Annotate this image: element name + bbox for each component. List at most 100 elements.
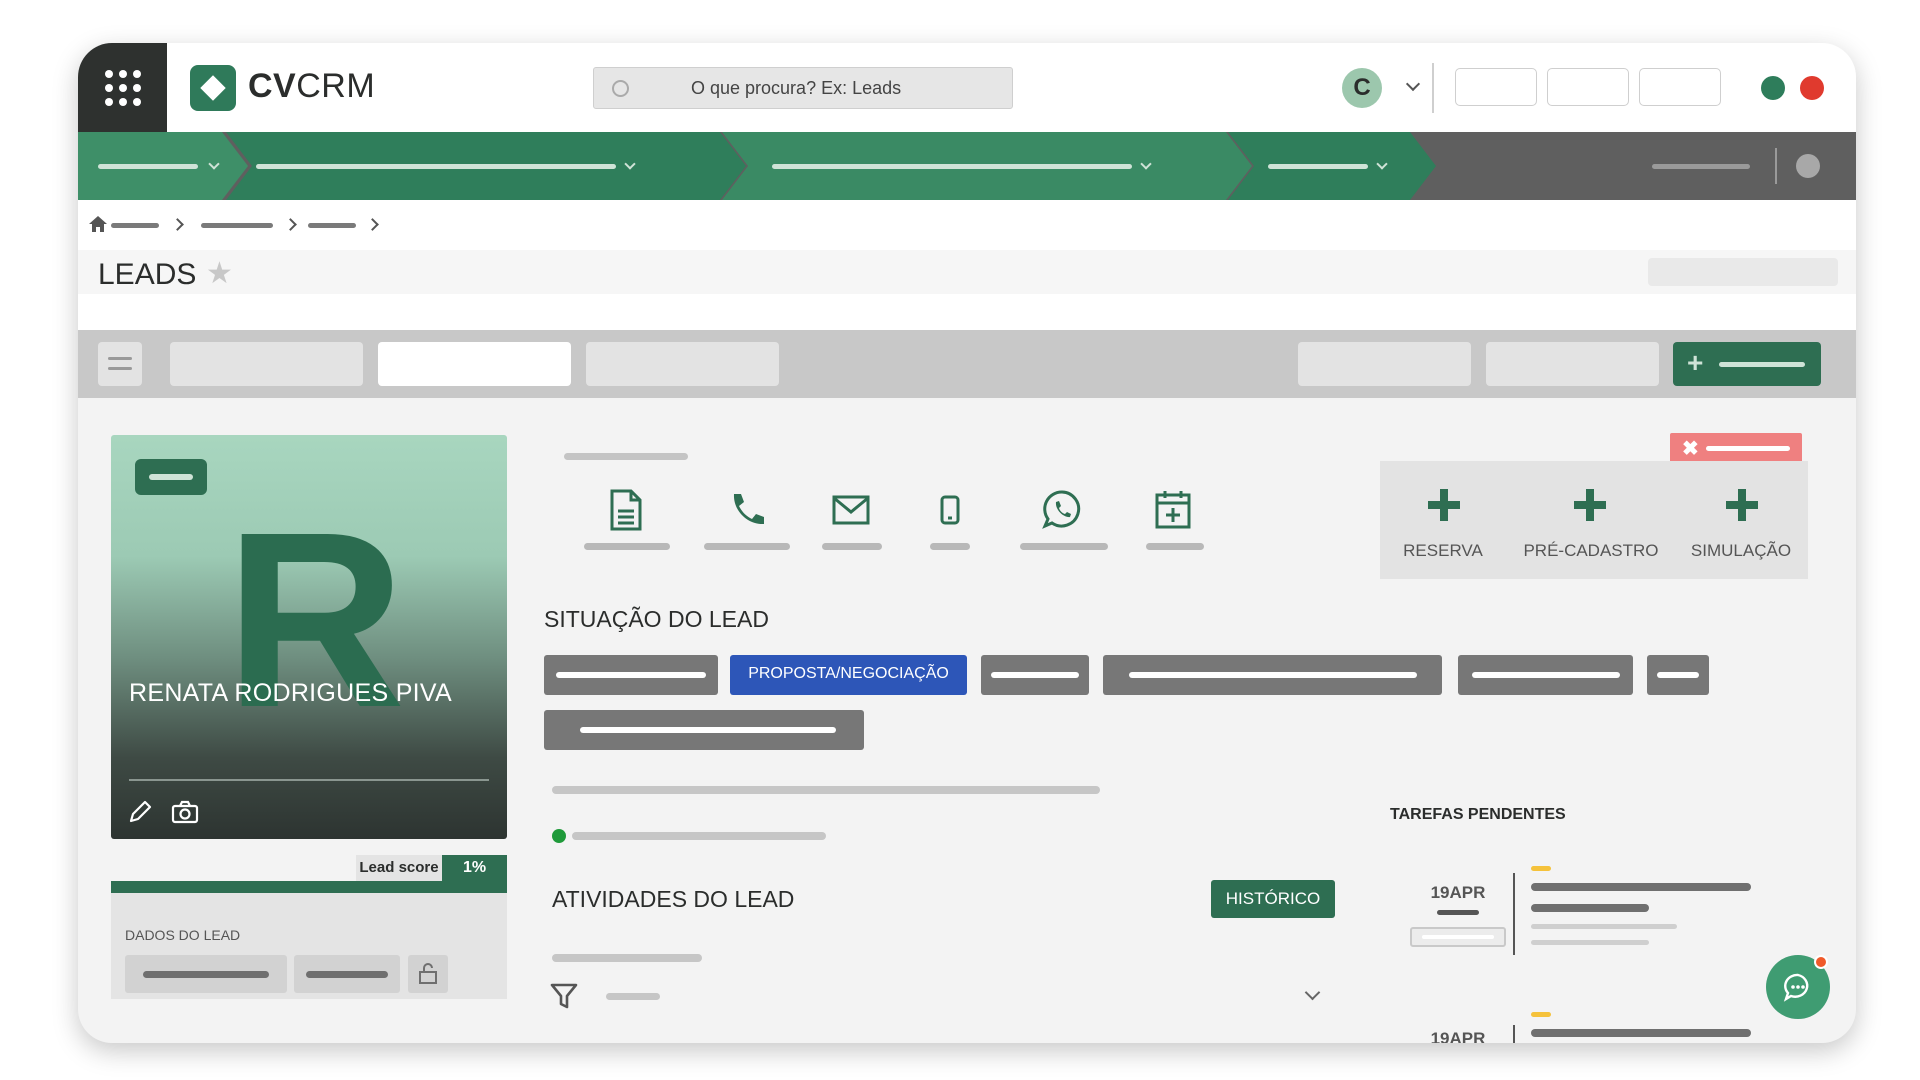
- document-icon[interactable]: [608, 489, 644, 531]
- lead-activities-title: ATIVIDADES DO LEAD: [552, 886, 795, 912]
- task-tag: [1410, 927, 1506, 947]
- plus-icon: [1726, 489, 1758, 521]
- task-date: 19APR: [1430, 1029, 1486, 1043]
- lead-data-panel: DADOS DO LEAD: [111, 893, 507, 999]
- filter-placeholder: [606, 993, 660, 1000]
- toolbar-tab-2[interactable]: [378, 342, 571, 386]
- menu-item-1[interactable]: [78, 132, 248, 200]
- chevron-right-icon: [284, 218, 297, 231]
- toolbar: +: [78, 330, 1856, 398]
- chevron-right-icon: [171, 218, 184, 231]
- whatsapp-icon[interactable]: [1042, 489, 1082, 529]
- cvcrm-logo-icon: [190, 65, 236, 111]
- section-placeholder-text: [564, 453, 688, 460]
- toolbar-button-2[interactable]: [1486, 342, 1659, 386]
- top-header: CVCRM O que procura? Ex: Leads C: [78, 43, 1856, 132]
- calendar-add-icon[interactable]: [1154, 489, 1192, 529]
- chevron-down-icon[interactable]: [1405, 76, 1421, 92]
- status-dot-red: [1800, 76, 1824, 100]
- divider: [1775, 148, 1777, 184]
- app-window: CVCRM O que procura? Ex: Leads C LEADS ★…: [78, 43, 1856, 1043]
- history-button[interactable]: HISTÓRICO: [1211, 880, 1335, 918]
- whatsapp-label: [1020, 543, 1108, 550]
- task-detail: [1531, 924, 1677, 929]
- pending-tasks-title: TAREFAS PENDENTES: [1390, 806, 1566, 823]
- timeline-line: [1513, 1025, 1515, 1043]
- avatar[interactable]: C: [1342, 68, 1382, 108]
- menu-placeholder-text: [1652, 164, 1750, 169]
- chevron-down-icon: [1376, 158, 1387, 169]
- toolbar-tab-3[interactable]: [586, 342, 779, 386]
- home-icon[interactable]: [88, 215, 108, 233]
- email-icon[interactable]: [832, 495, 870, 525]
- stage-proposta-negociacao[interactable]: PROPOSTA/NEGOCIAÇÃO: [730, 655, 967, 695]
- search-input[interactable]: O que procura? Ex: Leads: [593, 67, 1013, 109]
- filter-icon[interactable]: [550, 982, 578, 1010]
- status-dot-green: [1761, 76, 1785, 100]
- header-button-3[interactable]: [1639, 68, 1721, 106]
- header-button-2[interactable]: [1547, 68, 1629, 106]
- task-date: 19APR: [1430, 883, 1486, 902]
- page-title: LEADS: [98, 258, 197, 291]
- lead-profile-card: R RENATA RODRIGUES PIVA: [111, 435, 507, 839]
- notification-badge: [1814, 955, 1828, 969]
- user-status-icon[interactable]: [1796, 154, 1820, 178]
- lead-data-button-1[interactable]: [125, 955, 287, 993]
- chevron-right-icon: [366, 218, 379, 231]
- breadcrumb-item-3[interactable]: [308, 223, 356, 228]
- menu-item-3[interactable]: [722, 132, 1252, 200]
- task-detail: [1531, 940, 1649, 945]
- divider: [1432, 63, 1434, 113]
- timeline-line: [1513, 873, 1515, 955]
- menu-item-2[interactable]: [226, 132, 746, 200]
- lead-score-label: Lead score: [356, 855, 442, 881]
- quick-action-label: RESERVA: [1403, 541, 1483, 560]
- stage-1[interactable]: [544, 655, 718, 695]
- stage-7[interactable]: [544, 710, 864, 750]
- breadcrumb-item-2[interactable]: [201, 223, 273, 228]
- lead-tag: [135, 459, 207, 495]
- logo-text-light: CRM: [296, 67, 376, 105]
- task-subtitle: [1531, 904, 1649, 912]
- stage-4[interactable]: [1103, 655, 1442, 695]
- star-icon[interactable]: ★: [206, 256, 233, 291]
- status-info-line: [552, 786, 1100, 794]
- chevron-down-icon: [208, 158, 219, 169]
- lead-score-bar: [111, 881, 507, 893]
- task-priority-marker: [1531, 866, 1551, 871]
- chevron-down-icon[interactable]: [1304, 984, 1321, 1001]
- menu-item-4[interactable]: [1228, 132, 1436, 200]
- divider: [129, 779, 489, 781]
- stage-6[interactable]: [1647, 655, 1709, 695]
- camera-icon[interactable]: [171, 800, 199, 824]
- page-header: LEADS ★: [78, 250, 1856, 294]
- toolbar-button-1[interactable]: [1298, 342, 1471, 386]
- lead-status-title: SITUAÇÃO DO LEAD: [544, 606, 769, 632]
- lead-data-button-2[interactable]: [294, 955, 400, 993]
- edit-icon[interactable]: [127, 799, 153, 825]
- toolbar-tab-1[interactable]: [170, 342, 363, 386]
- page-header-action[interactable]: [1648, 258, 1838, 286]
- stage-5[interactable]: [1458, 655, 1633, 695]
- active-stage-label: PROPOSTA/NEGOCIAÇÃO: [748, 665, 949, 682]
- online-status-dot: [552, 829, 566, 843]
- search-icon: [612, 80, 629, 97]
- apps-grid-icon[interactable]: [78, 43, 167, 132]
- chevron-down-icon: [624, 158, 635, 169]
- stage-3[interactable]: [981, 655, 1089, 695]
- mobile-icon[interactable]: [940, 495, 960, 525]
- task-title[interactable]: [1531, 883, 1751, 891]
- header-button-1[interactable]: [1455, 68, 1537, 106]
- email-label: [822, 543, 882, 550]
- close-icon: ✖: [1682, 438, 1699, 460]
- breadcrumb-item-1[interactable]: [111, 223, 159, 228]
- menu-icon[interactable]: [98, 342, 142, 386]
- task-time: [1437, 910, 1479, 915]
- task-title[interactable]: [1531, 1029, 1751, 1037]
- add-button[interactable]: +: [1673, 342, 1821, 386]
- lead-score-value: 1%: [442, 855, 507, 881]
- search-placeholder: O que procura? Ex: Leads: [691, 78, 902, 98]
- lead-data-label: DADOS DO LEAD: [125, 927, 241, 943]
- phone-icon[interactable]: [728, 491, 766, 527]
- unlock-icon[interactable]: [408, 955, 448, 993]
